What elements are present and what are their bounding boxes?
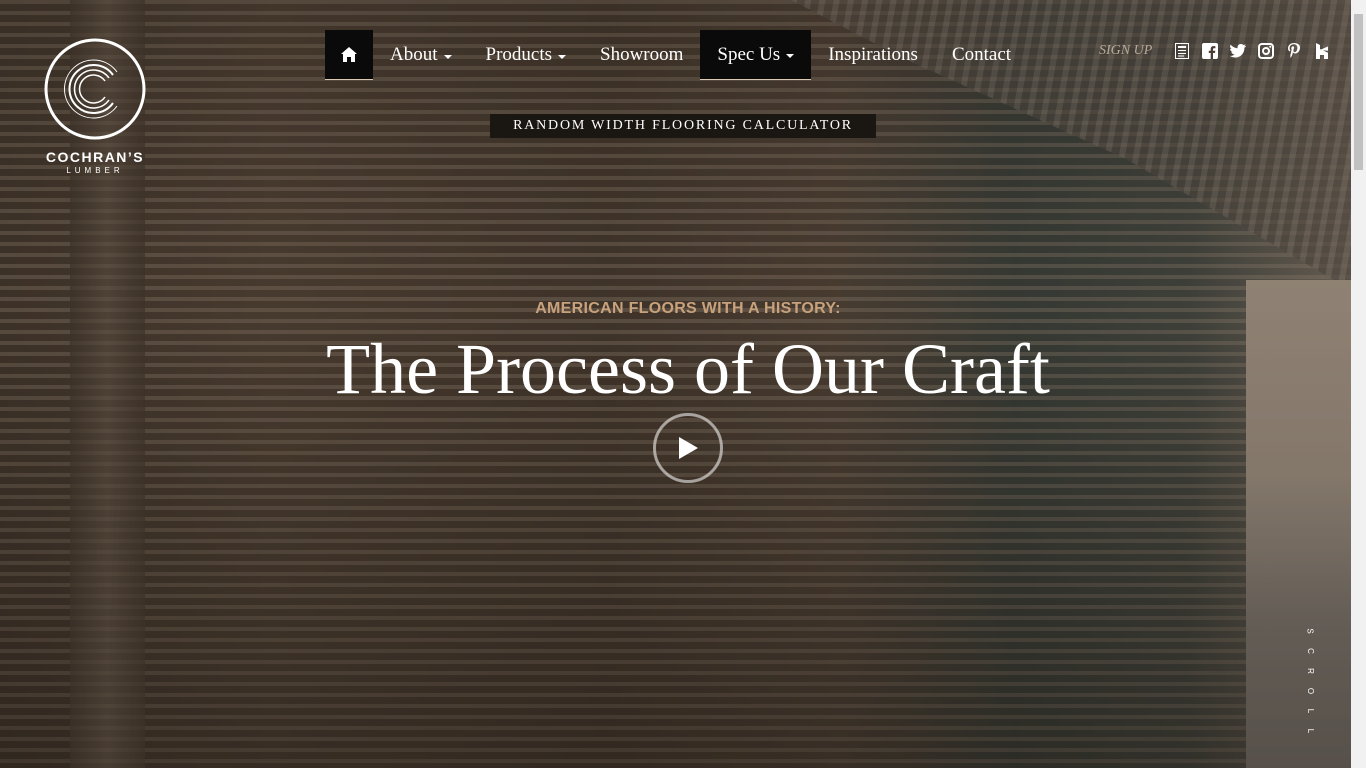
nav-showroom-label: Showroom [600, 44, 684, 65]
scroll-letter: R [1306, 668, 1315, 674]
caret-down-icon [786, 54, 795, 58]
flooring-calculator-button[interactable]: RANDOM WIDTH FLOORING CALCULATOR [490, 114, 876, 138]
scroll-letter: O [1305, 687, 1315, 695]
nav-spec-us[interactable]: Spec Us [700, 30, 812, 80]
social-links: SIGN UP [1099, 43, 1330, 59]
nav-inspirations[interactable]: Inspirations [811, 30, 935, 80]
scroll-letter: L [1305, 708, 1315, 714]
nav-about[interactable]: About [373, 30, 469, 80]
nav-contact-label: Contact [951, 44, 1012, 65]
home-icon [341, 47, 357, 62]
newsletter-icon[interactable] [1174, 43, 1190, 59]
caret-down-icon [558, 54, 566, 59]
nav-about-label: About [390, 44, 438, 65]
caret-down-icon [443, 54, 452, 59]
page-scrollbar[interactable] [1351, 0, 1366, 768]
nav-contact[interactable]: Contact [935, 30, 1028, 80]
scroll-indicator[interactable]: S C R O L L [1304, 626, 1316, 746]
facebook-icon[interactable] [1202, 43, 1219, 59]
hero-background: COCHRAN’S LUMBER About Products Showroom… [0, 0, 1351, 768]
scrollbar-thumb[interactable] [1354, 14, 1363, 170]
nav-spec-us-label: Spec Us [717, 43, 781, 65]
nav-products-label: Products [485, 44, 553, 65]
pinterest-icon[interactable] [1286, 43, 1302, 59]
logo-rings-icon [44, 38, 146, 140]
hero-title: The Process of Our Craft [326, 329, 1050, 409]
nav-home[interactable] [325, 30, 373, 80]
nav-products[interactable]: Products [469, 30, 584, 80]
houzz-icon[interactable] [1314, 43, 1330, 59]
scroll-letter: L [1305, 728, 1315, 734]
site-logo[interactable]: COCHRAN’S LUMBER [40, 37, 150, 175]
brand-subtitle: LUMBER [66, 166, 124, 175]
play-icon [679, 437, 698, 459]
play-video-button[interactable] [653, 413, 723, 483]
twitter-icon[interactable] [1230, 43, 1247, 59]
brand-name: COCHRAN’S [45, 149, 145, 165]
scroll-letter: C [1306, 648, 1315, 654]
hero-kicker: AMERICAN FLOORS WITH A HISTORY: [535, 300, 841, 317]
scroll-letter: S [1306, 628, 1315, 634]
main-nav: About Products Showroom Spec Us Inspirat… [325, 30, 1028, 80]
nav-inspirations-label: Inspirations [828, 44, 918, 65]
signup-link[interactable]: SIGN UP [1099, 43, 1152, 59]
nav-showroom[interactable]: Showroom [583, 30, 700, 80]
instagram-icon[interactable] [1258, 43, 1275, 59]
